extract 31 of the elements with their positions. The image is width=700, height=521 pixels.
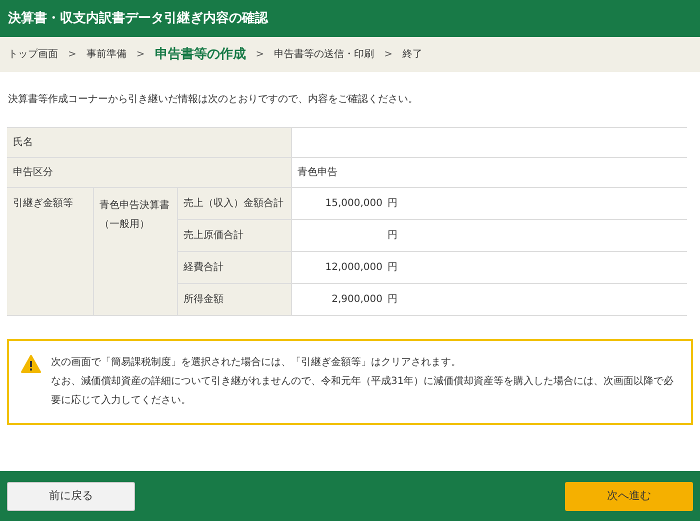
next-button[interactable]: 次へ進む <box>565 482 693 510</box>
amount-value: 12,000,000 <box>325 261 382 275</box>
separator-icon: > <box>68 47 76 62</box>
unit-label: 円 <box>388 293 398 307</box>
breadcrumb-step: 申告書等の送信・印刷 <box>274 47 374 62</box>
separator-icon: > <box>256 47 264 62</box>
row-label: 所得金額 <box>177 284 291 316</box>
row-label: 申告区分 <box>7 158 291 188</box>
row-label: 売上原価合計 <box>177 220 291 252</box>
back-button[interactable]: 前に戻る <box>7 482 135 510</box>
row-label: 引継ぎ金額等 <box>7 188 93 316</box>
row-label: 氏名 <box>7 128 291 158</box>
separator-icon: > <box>384 47 393 62</box>
separator-icon: > <box>136 47 145 62</box>
row-label: 青色申告決算書（一般用） <box>93 188 177 316</box>
unit-label: 円 <box>388 261 398 275</box>
unit-label: 円 <box>388 197 398 211</box>
notice-text: 次の画面で「簡易課税制度」を選択された場合には、「引継ぎ金額等」はクリアされます。 なお、減価償却資産の詳細について引き継がれませんので、令和元年（平成31年）に減価償却資産等を購入した場合には、次画面以降で必要に応じて入力してください。 <box>51 356 675 408</box>
row-label: 売上（収入）金額合計 <box>177 188 291 220</box>
row-label: 経費合計 <box>177 252 291 284</box>
amount-value: 2,900,000 <box>332 293 382 307</box>
amount-value: 15,000,000 <box>325 197 382 211</box>
intro-text: 決算書等作成コーナーから引き継いだ情報は次のとおりですので、内容をご確認ください。 <box>7 92 419 107</box>
breadcrumb-step: 申告書等の作成 <box>154 44 246 64</box>
table-cell: 青色申告 <box>291 158 687 188</box>
breadcrumb-step: 事前準備 <box>86 47 126 62</box>
warning-icon <box>21 355 41 373</box>
breadcrumb-step: トップ画面 <box>8 47 58 62</box>
unit-label: 円 <box>388 229 398 243</box>
breadcrumb-step: 終了 <box>402 47 423 62</box>
page-title: 決算書・収支内訳書データ引継ぎ内容の確認 <box>8 10 268 28</box>
